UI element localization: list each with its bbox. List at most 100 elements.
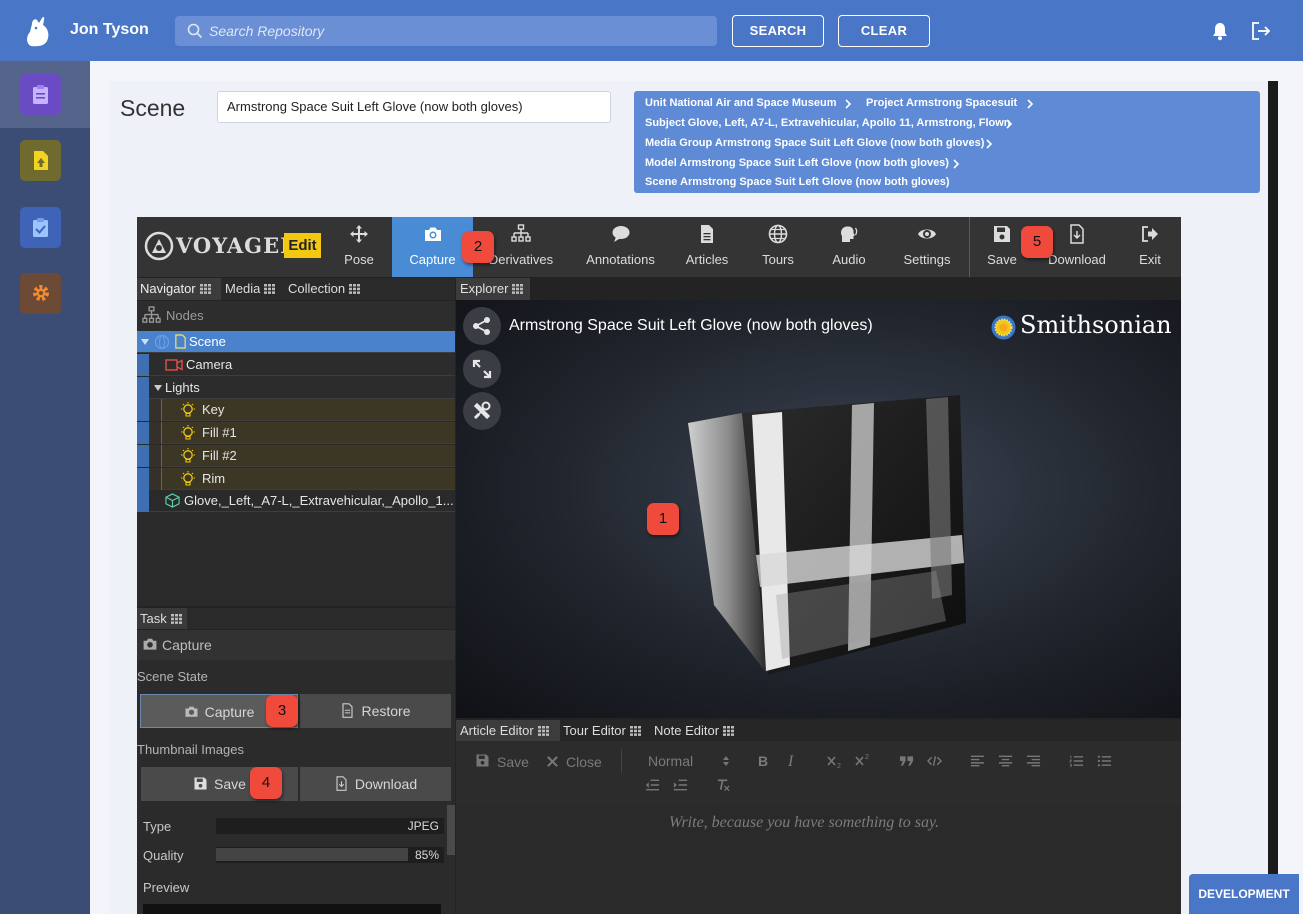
tree-indent-bar	[137, 445, 149, 467]
tool-tours[interactable]: Tours	[750, 217, 806, 277]
blockquote-icon[interactable]	[899, 755, 914, 767]
tree-node-fill-2[interactable]: Fill #2	[137, 445, 455, 467]
bullet-list-icon[interactable]	[1097, 755, 1112, 767]
clear-format-icon[interactable]	[716, 778, 731, 792]
tool-pose-label: Pose	[344, 252, 374, 267]
tab-explorer-label: Explorer	[460, 281, 509, 296]
tree-indent-bar	[137, 490, 149, 512]
editor-placeholder: Write, because you have something to say…	[669, 814, 940, 831]
tree-indent-bar	[150, 445, 162, 467]
nodes-label: Nodes	[166, 308, 204, 323]
tool-articles[interactable]: Articles	[677, 217, 737, 277]
tree-node-key[interactable]: Key	[137, 399, 455, 421]
tool-pose[interactable]: Pose	[327, 217, 391, 277]
tab-navigator[interactable]: Navigator	[137, 278, 221, 300]
tools-button[interactable]	[463, 392, 501, 430]
edit-mode-badge: Edit	[284, 233, 321, 258]
tool-save[interactable]: Save	[978, 217, 1026, 277]
breadcrumb-scene[interactable]: Scene Armstrong Space Suit Left Glove (n…	[645, 176, 950, 188]
notification-bell-icon[interactable]	[1210, 21, 1230, 41]
tool-annotations-label: Annotations	[586, 252, 655, 267]
grid-icon	[512, 284, 524, 294]
callout-badge: 1	[647, 503, 679, 535]
search-button[interactable]: SEARCH	[732, 15, 824, 47]
type-select[interactable]: JPEG	[216, 818, 444, 834]
cube-icon	[165, 493, 180, 508]
user-name[interactable]: Jon Tyson	[70, 21, 149, 39]
fullscreen-button[interactable]	[463, 350, 501, 388]
task-scrollbar[interactable]	[447, 805, 455, 855]
panel-scrollbar[interactable]	[1268, 81, 1278, 914]
3d-model-render[interactable]	[686, 395, 966, 680]
tree-node-lights[interactable]: Lights	[137, 377, 455, 399]
restore-state-label: Restore	[361, 703, 411, 719]
breadcrumb-unit[interactable]: Unit National Air and Space Museum	[645, 97, 837, 109]
app-logo-icon[interactable]	[22, 14, 54, 48]
logout-icon[interactable]	[1250, 21, 1272, 41]
tree-node-camera[interactable]: Camera	[137, 354, 455, 376]
svg-text:2: 2	[837, 763, 841, 769]
code-block-icon[interactable]	[927, 755, 942, 767]
tab-note-editor[interactable]: Note Editor	[650, 720, 744, 741]
bold-button[interactable]: B	[758, 753, 768, 769]
search-input[interactable]	[209, 16, 709, 46]
restore-state-button[interactable]: Restore	[300, 694, 451, 728]
file-upload-icon	[34, 151, 48, 170]
sidebar-item-workflow[interactable]	[20, 207, 61, 248]
breadcrumb-media-group[interactable]: Media Group Armstrong Space Suit Left Gl…	[645, 137, 984, 149]
viewport-title: Armstrong Space Suit Left Glove (now bot…	[509, 317, 873, 334]
tool-settings[interactable]: Settings	[895, 217, 959, 277]
tool-capture-label: Capture	[409, 252, 456, 267]
format-select[interactable]: Normal	[648, 753, 693, 769]
thumbnail-download-button[interactable]: Download	[300, 767, 451, 801]
clear-button[interactable]: CLEAR	[838, 15, 930, 47]
camera-icon	[143, 638, 157, 650]
breadcrumb-project[interactable]: Project Armstrong Spacesuit	[866, 97, 1017, 109]
quality-value: 85%	[414, 848, 439, 862]
chevron-right-icon	[1006, 119, 1013, 129]
tool-exit[interactable]: Exit	[1127, 217, 1173, 277]
grid-icon	[264, 284, 276, 294]
sidebar-item-repository[interactable]	[20, 74, 61, 115]
align-right-icon[interactable]	[1026, 755, 1041, 767]
grid-icon	[349, 284, 361, 294]
quality-label: Quality	[143, 848, 184, 863]
breadcrumb-subject[interactable]: Subject Glove, Left, A7-L, Extravehicula…	[645, 117, 1011, 129]
tool-articles-label: Articles	[685, 252, 729, 267]
chevron-right-icon	[1027, 99, 1034, 109]
tool-audio[interactable]: Audio	[822, 217, 876, 277]
tree-node-rim[interactable]: Rim	[137, 468, 455, 490]
tool-audio-label: Audio	[832, 252, 866, 267]
tab-article-editor[interactable]: Article Editor	[456, 720, 560, 741]
tree-node-fill-1[interactable]: Fill #1	[137, 422, 455, 444]
tool-capture[interactable]: Capture	[392, 217, 473, 277]
breadcrumb-model[interactable]: Model Armstrong Space Suit Left Glove (n…	[645, 157, 949, 169]
sidebar-item-admin[interactable]	[20, 273, 61, 314]
tab-media[interactable]: Media	[222, 278, 284, 300]
tool-annotations[interactable]: Annotations	[580, 217, 661, 277]
outdent-icon[interactable]	[645, 779, 660, 791]
editor-close-button[interactable]: Close	[566, 754, 602, 770]
lightbulb-icon	[181, 471, 195, 486]
tab-explorer[interactable]: Explorer	[456, 278, 530, 300]
tool-tours-label: Tours	[762, 252, 794, 267]
indent-icon[interactable]	[673, 779, 688, 791]
tree-node-model[interactable]: Glove,_Left,_A7-L,_Extravehicular,_Apoll…	[137, 490, 455, 512]
callout-badge: 5	[1021, 226, 1053, 258]
align-center-icon[interactable]	[998, 755, 1013, 767]
editor-save-button[interactable]: Save	[497, 754, 529, 770]
globe-icon	[768, 224, 788, 244]
italic-button[interactable]: I	[788, 753, 793, 771]
align-left-icon[interactable]	[970, 755, 985, 767]
ordered-list-icon[interactable]	[1069, 755, 1084, 767]
share-button[interactable]	[463, 307, 501, 345]
tree-node-scene[interactable]: Scene	[137, 331, 455, 353]
tab-collection[interactable]: Collection	[285, 278, 369, 300]
thumbnail-download-label: Download	[354, 776, 418, 792]
scene-name-field[interactable]: Armstrong Space Suit Left Glove (now bot…	[217, 91, 611, 123]
tab-tour-editor[interactable]: Tour Editor	[559, 720, 651, 741]
sidebar-item-ingestion[interactable]	[20, 140, 61, 181]
globe-icon	[154, 334, 170, 350]
tab-task[interactable]: Task	[137, 608, 187, 629]
search-bar[interactable]	[175, 16, 717, 46]
